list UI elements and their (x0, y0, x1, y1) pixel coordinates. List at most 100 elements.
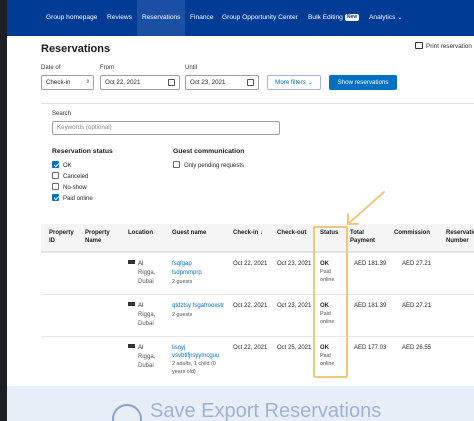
chevron-down-icon: ⌄ (307, 80, 313, 86)
nav-bulk-editing-label: Bulk Editing (308, 14, 343, 21)
nav-analytics[interactable]: Analytics ⌄ (369, 0, 402, 36)
header-check-in-label: Check-in (233, 230, 259, 236)
row1-check-in: Oct 22, 2021 (233, 261, 268, 267)
more-filters-label: More filters (275, 79, 306, 86)
row2-location: Al (128, 302, 143, 310)
until-date-value: Oct 23, 2021 (190, 79, 226, 86)
status-ok-checkbox[interactable]: OK (52, 161, 72, 169)
header-location[interactable]: Location (128, 229, 153, 237)
row3-location: Al (128, 344, 143, 352)
nav-finance[interactable]: Finance (190, 0, 213, 36)
status-noshow-checkbox[interactable]: No-show (52, 183, 87, 191)
chevron-down-icon: ⌄ (397, 15, 403, 21)
row3-commission: AED 26.55 (402, 345, 432, 351)
calendar-icon (247, 79, 254, 86)
row1-commission: AED 27.21 (402, 261, 432, 267)
row1-guest-name-link[interactable]: fsqfgap (172, 260, 192, 268)
row2-check-in: Oct 22, 2021 (233, 303, 268, 309)
row1-location-line2: Rigga, (138, 270, 156, 276)
nav-group-homepage[interactable]: Group homepage (46, 0, 97, 36)
print-reservations-link[interactable]: Print reservation (415, 42, 472, 50)
top-navigation: Group homepage Reviews Reservations Fina… (7, 0, 474, 36)
checkbox-checked-icon (52, 194, 59, 201)
search-input[interactable]: Keywords (optional) (52, 121, 280, 135)
pending-requests-checkbox[interactable]: Only pending requests (173, 161, 244, 169)
page-title: Reservations (41, 43, 111, 55)
bottom-caption: Save Export Reservations (150, 400, 382, 421)
status-paid-online-checkbox[interactable]: Paid online (52, 194, 93, 202)
flag-icon (128, 302, 135, 306)
nav-reviews[interactable]: Reviews (107, 0, 132, 36)
status-column-highlight (313, 226, 348, 378)
row2-location-line1: Al (138, 303, 144, 309)
status-noshow-label: No-show (63, 185, 87, 191)
header-guest-name[interactable]: Guest name (172, 229, 206, 237)
row1-location-line1: Al (138, 261, 144, 267)
row3-guest-count: 2 adults, 1 child (0 (172, 361, 216, 367)
status-ok-label: OK (63, 163, 72, 169)
until-date-input[interactable]: Oct 23, 2021 (185, 75, 259, 90)
left-edge-strip (0, 0, 7, 421)
more-filters-button[interactable]: More filters ⌄ (267, 75, 321, 90)
row3-guest-surname-link[interactable]: vsvbtlfjrsyymcguu (172, 352, 219, 360)
nav-bulk-editing[interactable]: Bulk Editing New (308, 0, 360, 36)
from-date-input[interactable]: Oct 22, 2021 (100, 75, 180, 90)
row2-check-out: Oct 23, 2021 (277, 303, 312, 309)
row2-total-payment: AED 181.39 (354, 303, 387, 309)
row3-location-line3: Dubai (138, 363, 154, 369)
status-canceled-label: Canceled (63, 174, 89, 180)
select-arrows-icon: ⇕ (85, 79, 90, 85)
checkbox-icon (173, 161, 180, 168)
date-type-select[interactable]: Check-in ⇕ (41, 75, 94, 90)
search-label: Search (52, 111, 72, 117)
header-property-name[interactable]: Property Name (85, 229, 115, 245)
row1-guest-count: 2 guests (172, 279, 193, 285)
row3-total-payment: AED 177.03 (354, 345, 387, 351)
from-date-value: Oct 22, 2021 (105, 79, 141, 86)
header-reservation-number[interactable]: Reservation Number (446, 229, 474, 245)
checkbox-checked-icon (52, 161, 59, 168)
header-commission[interactable]: Commission (394, 229, 430, 237)
row2-guest-count: 2 guests (172, 312, 193, 318)
show-reservations-button[interactable]: Show reservations (329, 75, 397, 90)
sort-down-arrow-icon: ↓ (260, 230, 264, 236)
annotation-arrow-icon (347, 191, 385, 225)
calendar-icon (168, 79, 175, 86)
guest-communication-title: Guest communication (173, 148, 245, 155)
header-total-payment[interactable]: Total Payment (350, 229, 382, 245)
row3-guest-name-link[interactable]: lisnyj (172, 344, 185, 352)
row2-guest-name-link[interactable]: qtdztsy fsgafrooxstr (172, 302, 224, 310)
row3-guest-count-line2: years old) (172, 369, 196, 375)
checkbox-icon (52, 183, 59, 190)
nav-analytics-label: Analytics (369, 14, 396, 21)
date-type-value: Check-in (46, 79, 71, 86)
row2-commission: AED 27.21 (402, 303, 432, 309)
row2-location-line2: Rigga, (138, 312, 156, 318)
row1-total-payment: AED 181.39 (354, 261, 387, 267)
row3-check-in: Oct 22, 2021 (233, 345, 268, 351)
status-canceled-checkbox[interactable]: Canceled (52, 172, 88, 180)
row1-location-line3: Dubai (138, 279, 154, 285)
row1-guest-surname-link[interactable]: lsdpmmprp (172, 269, 202, 277)
search-placeholder: Keywords (optional) (57, 124, 112, 131)
nav-group-opportunity-center[interactable]: Group Opportunity Center (222, 0, 298, 36)
flag-icon (128, 260, 135, 264)
row3-location-line1: Al (138, 345, 144, 351)
row-divider (41, 294, 474, 295)
nav-reservations[interactable]: Reservations (137, 0, 186, 36)
from-label: From (100, 65, 114, 71)
status-paid-online-label: Paid online (63, 196, 93, 202)
header-check-out[interactable]: Check-out (277, 229, 306, 237)
header-check-in[interactable]: Check-in ↓ (233, 229, 263, 237)
date-of-label: Date of (41, 65, 61, 71)
row3-location-line2: Rigga, (138, 354, 156, 360)
flag-icon (128, 344, 135, 348)
row1-check-out: Oct 23, 2021 (277, 261, 312, 267)
until-label: Until (185, 65, 198, 71)
reservation-status-title: Reservation status (52, 148, 113, 155)
checkbox-icon (52, 172, 59, 179)
row-divider (41, 252, 474, 253)
row-divider (41, 336, 474, 337)
row3-check-out: Oct 25, 2021 (277, 345, 312, 351)
header-property-id[interactable]: Property ID (49, 229, 79, 245)
